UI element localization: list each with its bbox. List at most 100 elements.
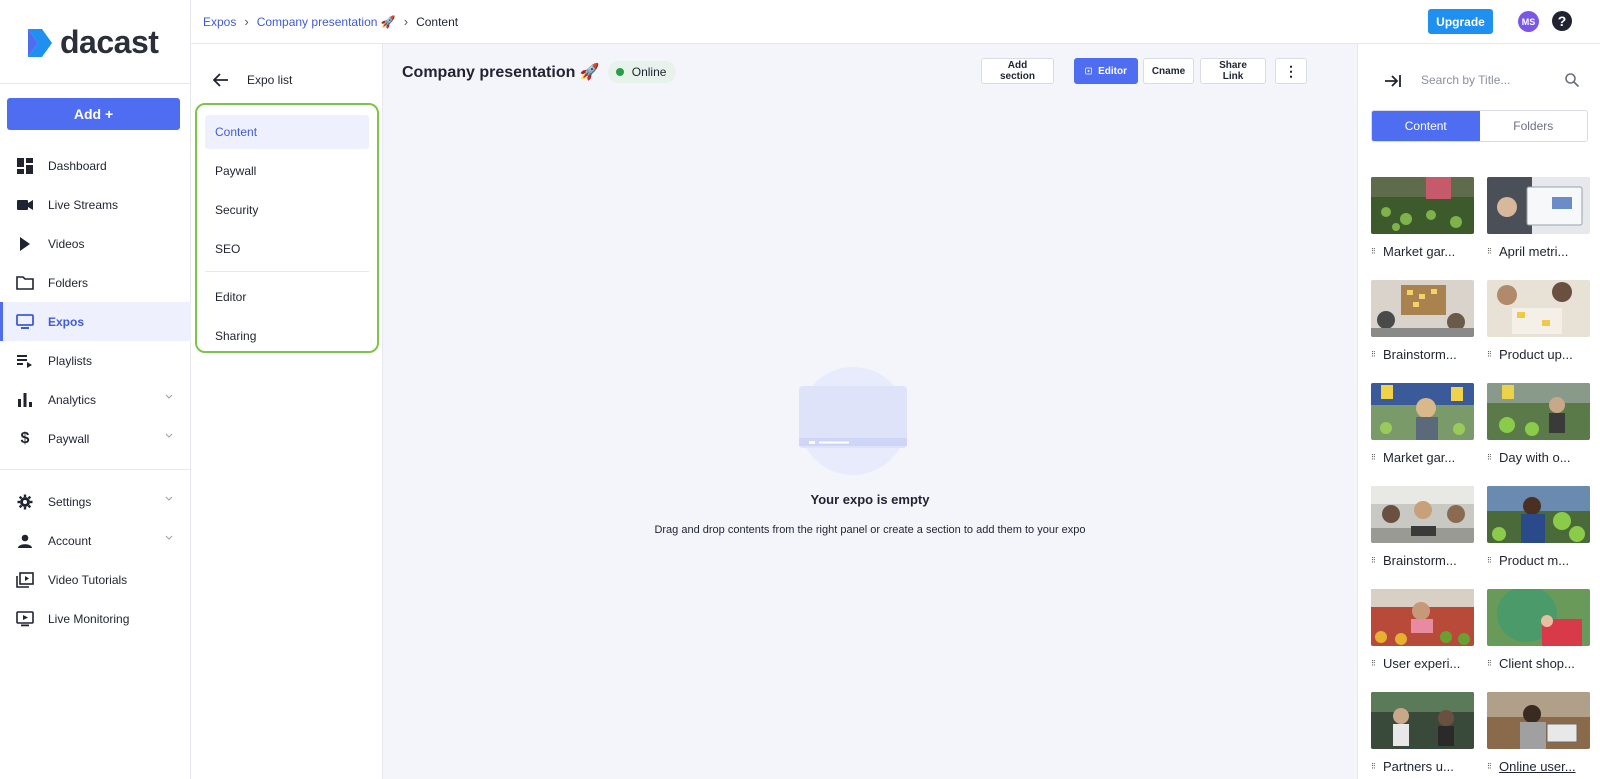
drag-handle-icon[interactable]: ⁝⁝ xyxy=(1371,246,1379,257)
back-label: Expo list xyxy=(247,73,293,87)
drag-handle-icon[interactable]: ⁝⁝ xyxy=(1487,452,1495,463)
nav-item-settings[interactable]: Settings xyxy=(0,482,191,521)
content-card[interactable]: ⁝⁝ Product m... xyxy=(1487,486,1590,568)
nav-item-live-monitoring[interactable]: Live Monitoring xyxy=(0,599,191,638)
more-options-button[interactable]: ⋮ xyxy=(1275,58,1307,84)
menu-item-paywall[interactable]: Paywall xyxy=(205,154,369,188)
nav-item-account[interactable]: Account xyxy=(0,521,191,560)
add-button[interactable]: Add + xyxy=(7,98,180,130)
main-content: Company presentation 🚀 Online Add sectio… xyxy=(383,44,1357,779)
breadcrumb: Expos › Company presentation 🚀 › Content xyxy=(203,14,458,29)
drag-handle-icon[interactable]: ⁝⁝ xyxy=(1371,555,1379,566)
chevron-right-icon: › xyxy=(403,14,409,29)
content-card[interactable]: ⁝⁝ Brainstorm... xyxy=(1371,486,1474,568)
content-title: Online user... xyxy=(1499,759,1576,774)
video-thumbnail xyxy=(1487,586,1590,646)
content-title: Day with o... xyxy=(1499,450,1571,465)
breadcrumb-expos[interactable]: Expos xyxy=(203,15,236,29)
back-to-expo-list[interactable]: Expo list xyxy=(213,72,292,88)
top-bar: Expos › Company presentation 🚀 › Content… xyxy=(191,0,1600,44)
empty-state-title: Your expo is empty xyxy=(810,492,930,507)
divider xyxy=(0,83,191,84)
drag-handle-icon[interactable]: ⁝⁝ xyxy=(1487,555,1495,566)
content-library-panel: Content Folders ⁝⁝ Market gar... ⁝⁝ April … xyxy=(1357,44,1600,779)
dollar-icon: $ xyxy=(20,429,30,447)
collapse-panel-icon[interactable] xyxy=(1384,72,1402,90)
dacast-logo[interactable]: dacast xyxy=(26,24,159,61)
nav-item-paywall[interactable]: $ Paywall xyxy=(0,419,191,458)
divider xyxy=(205,271,369,272)
chevron-down-icon[interactable] xyxy=(165,433,173,438)
drag-handle-icon[interactable]: ⁝⁝ xyxy=(1371,658,1379,669)
video-thumbnail xyxy=(1371,383,1474,440)
content-card[interactable]: ⁝⁝ User experi... xyxy=(1371,589,1474,671)
folder-icon xyxy=(16,274,34,292)
help-icon[interactable]: ? xyxy=(1552,11,1572,31)
search-input[interactable] xyxy=(1421,66,1586,94)
content-card[interactable]: ⁝⁝ Partners u... xyxy=(1371,692,1474,774)
content-card[interactable]: ⁝⁝ Product up... xyxy=(1487,280,1590,362)
menu-item-sharing[interactable]: Sharing xyxy=(205,319,369,353)
content-title: April metri... xyxy=(1499,244,1569,259)
menu-item-seo[interactable]: SEO xyxy=(205,232,369,266)
drag-handle-icon[interactable]: ⁝⁝ xyxy=(1487,349,1495,360)
content-card[interactable]: ⁝⁝ April metri... xyxy=(1487,177,1590,259)
tab-folders[interactable]: Folders xyxy=(1479,111,1587,141)
nav-item-playlists[interactable]: Playlists xyxy=(0,341,191,380)
video-thumbnail xyxy=(1487,692,1590,749)
search-icon[interactable] xyxy=(1564,72,1580,88)
content-title: Partners u... xyxy=(1383,759,1454,774)
drag-handle-icon[interactable]: ⁝⁝ xyxy=(1371,452,1379,463)
editor-button[interactable]: Editor xyxy=(1074,58,1138,84)
nav-item-folders[interactable]: Folders xyxy=(0,263,191,302)
editor-button-label: Editor xyxy=(1098,65,1127,77)
content-folders-toggle: Content Folders xyxy=(1371,110,1588,142)
video-thumbnail xyxy=(1371,177,1474,234)
nav-item-dashboard[interactable]: Dashboard xyxy=(0,146,191,185)
content-card[interactable]: ⁝⁝ Day with o... xyxy=(1487,383,1590,465)
avatar[interactable]: MS xyxy=(1518,11,1539,32)
content-title: Brainstorm... xyxy=(1383,347,1457,362)
content-card[interactable]: ⁝⁝ Market gar... xyxy=(1371,177,1474,259)
nav-item-label: Folders xyxy=(48,275,89,290)
nav-item-video-tutorials[interactable]: Video Tutorials xyxy=(0,560,191,599)
nav-item-videos[interactable]: Videos xyxy=(0,224,191,263)
menu-item-editor[interactable]: Editor xyxy=(205,280,369,314)
drag-handle-icon[interactable]: ⁝⁝ xyxy=(1487,246,1495,257)
cname-button[interactable]: Cname xyxy=(1143,58,1194,84)
chevron-right-icon: › xyxy=(244,14,249,29)
drag-handle-icon[interactable]: ⁝⁝ xyxy=(1487,658,1495,669)
arrow-left-icon xyxy=(213,73,228,87)
page-title: Company presentation 🚀 xyxy=(402,64,600,81)
nav-item-label: Account xyxy=(48,533,92,548)
chevron-down-icon[interactable] xyxy=(165,496,173,501)
share-link-button[interactable]: Share Link xyxy=(1200,58,1266,84)
upgrade-button[interactable]: Upgrade xyxy=(1428,9,1493,34)
menu-item-content[interactable]: Content xyxy=(205,115,369,149)
playlist-icon xyxy=(16,352,34,370)
nav-item-label: Video Tutorials xyxy=(48,572,128,587)
breadcrumb-company-presentation[interactable]: Company presentation 🚀 xyxy=(257,15,396,29)
add-section-button[interactable]: Add section xyxy=(981,58,1054,84)
content-card[interactable]: ⁝⁝ Client shop... xyxy=(1487,586,1590,671)
content-card[interactable]: ⁝⁝ Online user... xyxy=(1487,692,1590,774)
menu-item-security[interactable]: Security xyxy=(205,193,369,227)
nav-item-live-streams[interactable]: Live Streams xyxy=(0,185,191,224)
edit-document-icon xyxy=(1085,67,1092,75)
nav-item-analytics[interactable]: Analytics xyxy=(0,380,191,419)
drag-handle-icon[interactable]: ⁝⁝ xyxy=(1487,761,1495,772)
expo-settings-panel: Expo list Content Paywall Security SEO E… xyxy=(191,44,383,779)
tab-content[interactable]: Content xyxy=(1372,111,1480,141)
chevron-down-icon[interactable] xyxy=(165,394,173,399)
content-card[interactable]: ⁝⁝ Market gar... xyxy=(1371,383,1474,465)
monitor-icon xyxy=(16,313,34,331)
nav-item-label: Expos xyxy=(48,314,85,329)
status-dot-icon xyxy=(615,68,624,76)
nav-item-label: Live Streams xyxy=(48,197,119,212)
chevron-down-icon[interactable] xyxy=(165,535,173,540)
drag-handle-icon[interactable]: ⁝⁝ xyxy=(1371,349,1379,360)
nav-item-expos[interactable]: Expos xyxy=(0,302,191,341)
content-card[interactable]: ⁝⁝ Brainstorm... xyxy=(1371,280,1474,362)
drag-handle-icon[interactable]: ⁝⁝ xyxy=(1371,761,1379,772)
content-title: User experi... xyxy=(1383,656,1461,671)
